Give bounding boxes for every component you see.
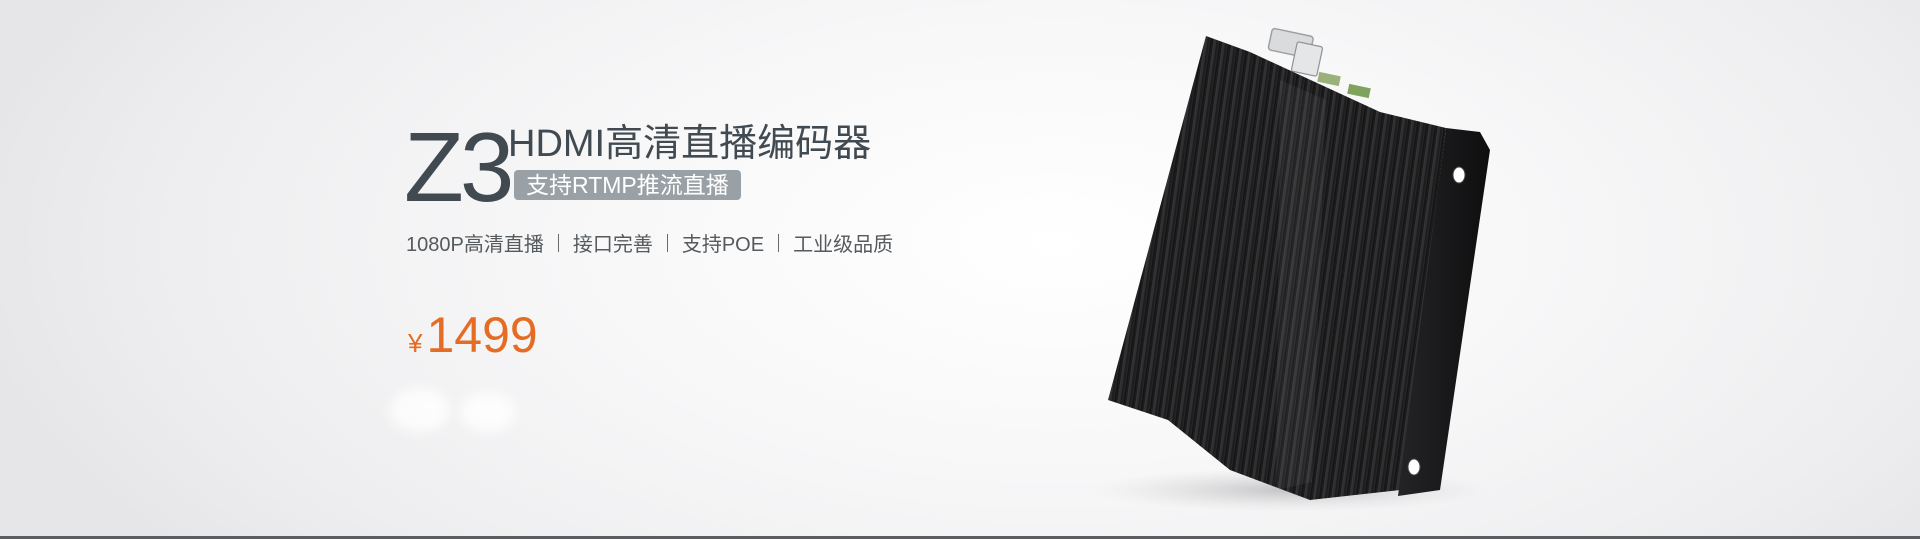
mount-hole-icon [1452,166,1466,184]
feature-item: 工业级品质 [793,234,894,256]
feature-item: 1080P高清直播 [406,234,544,256]
product-title: HDMI高清直播编码器 [508,123,872,165]
product-tag-badge: 支持RTMP推流直播 [514,170,741,200]
feature-item: 支持POE [681,234,765,256]
mount-hole-icon [1407,458,1421,476]
feature-divider [557,233,559,252]
feature-divider [666,233,668,252]
product-hero: Z3 HDMI高清直播编码器 支持RTMP推流直播 1080P高清直播 接口完善… [404,118,1024,378]
feature-list: 1080P高清直播 接口完善 支持POE 工业级品质 [406,228,893,257]
price-amount: 1499 [426,307,538,363]
product-model: Z3 [404,112,514,222]
background-highlight [460,392,516,432]
feature-item: 接口完善 [572,234,653,256]
product-price: ¥ 1499 [408,306,538,364]
encoder-device-image [1090,27,1490,512]
feature-divider [778,233,780,252]
background-highlight [390,388,450,432]
currency-symbol: ¥ [408,328,423,358]
